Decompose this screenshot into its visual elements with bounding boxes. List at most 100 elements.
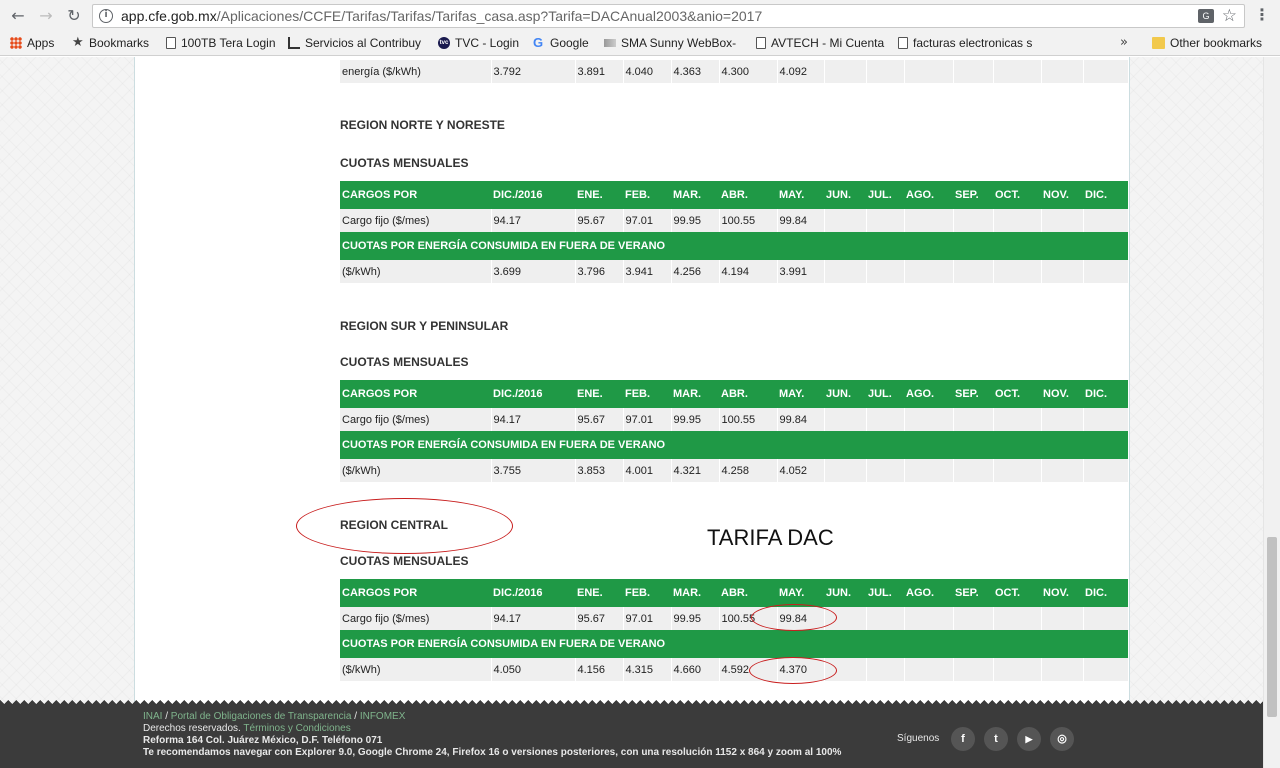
table-cell: 4.363 bbox=[671, 60, 720, 83]
url-text[interactable]: app.cfe.gob.mx/Aplicaciones/CCFE/Tarifas… bbox=[121, 8, 762, 24]
table-cell: 3.941 bbox=[623, 260, 672, 283]
portal-link[interactable]: Portal de Obligaciones de Transparencia bbox=[171, 711, 352, 722]
table-cell: 4.194 bbox=[719, 260, 778, 283]
rate-table-norte: CARGOS POR DIC./2016 ENE. FEB. MAR. ABR. MAY. J… bbox=[340, 181, 1129, 283]
address-bar[interactable]: i app.cfe.gob.mx/Aplicaciones/CCFE/Tarif… bbox=[92, 4, 1245, 28]
facebook-icon[interactable]: f bbox=[951, 727, 975, 751]
table-header-row: CARGOS POR DIC./2016 ENE. FEB. MAR. ABR. MAY. J… bbox=[340, 579, 1128, 607]
table-subheader-row: CUOTAS POR ENERGÍA CONSUMIDA EN FUERA DE… bbox=[340, 630, 1128, 658]
footer-edge bbox=[0, 700, 1263, 706]
table-cell: 95.67 bbox=[575, 607, 624, 630]
table-cell bbox=[904, 658, 954, 681]
bookmark-apps[interactable]: Apps bbox=[10, 36, 54, 50]
column-header: MAR. bbox=[671, 181, 719, 209]
table-cell: 3.755 bbox=[491, 459, 576, 482]
column-header: AGO. bbox=[904, 181, 953, 209]
bookmark-100tb[interactable]: 100TB Tera Login bbox=[166, 36, 276, 50]
table-cell: 97.01 bbox=[623, 408, 672, 431]
column-header: SEP. bbox=[953, 579, 993, 607]
table-subheader-row: CUOTAS POR ENERGÍA CONSUMIDA EN FUERA DE… bbox=[340, 232, 1128, 260]
table-header-row: CARGOS POR DIC./2016 ENE. FEB. MAR. ABR. MAY. J… bbox=[340, 181, 1128, 209]
table-cell: 4.256 bbox=[671, 260, 720, 283]
bookmarks-overflow-button[interactable]: » bbox=[1120, 35, 1128, 50]
table-cell: 3.796 bbox=[575, 260, 624, 283]
back-icon[interactable]: ← bbox=[8, 6, 28, 26]
column-header: ABR. bbox=[719, 181, 777, 209]
terms-link[interactable]: Términos y Condiciones bbox=[243, 723, 350, 734]
scrollbar-thumb[interactable] bbox=[1267, 537, 1277, 717]
table-cell bbox=[866, 459, 905, 482]
table-cell: 100.55 bbox=[719, 408, 778, 431]
column-header: JUN. bbox=[824, 579, 866, 607]
reload-icon[interactable]: ↻ bbox=[64, 6, 84, 26]
table-cell bbox=[993, 607, 1042, 630]
column-header: ENE. bbox=[575, 181, 623, 209]
bookmark-bookmarks[interactable]: ★ Bookmarks bbox=[72, 36, 149, 50]
browser-menu-icon[interactable]: ⋮ bbox=[1254, 5, 1270, 24]
inai-link[interactable]: INAI bbox=[143, 711, 162, 722]
table-cell: 4.001 bbox=[623, 459, 672, 482]
region-title-norte: REGION NORTE Y NORESTE bbox=[340, 118, 505, 132]
table-row: Cargo fijo ($/mes) 94.17 95.67 97.01 99.95 10… bbox=[340, 209, 1129, 232]
column-header: NOV. bbox=[1041, 579, 1083, 607]
table-cell bbox=[953, 459, 994, 482]
column-header: ABR. bbox=[719, 380, 777, 408]
tvc-icon: tvc bbox=[438, 37, 450, 49]
column-header: MAY. bbox=[777, 380, 824, 408]
table-cell: 99.95 bbox=[671, 607, 720, 630]
row-label: Cargo fijo ($/mes) bbox=[340, 408, 492, 431]
table-cell bbox=[824, 408, 867, 431]
sma-icon bbox=[604, 39, 616, 47]
twitter-icon[interactable]: t bbox=[984, 727, 1008, 751]
table-cell bbox=[953, 60, 994, 83]
column-header: ABR. bbox=[719, 579, 777, 607]
column-header: DIC. bbox=[1083, 181, 1128, 209]
row-label: ($/kWh) bbox=[340, 260, 492, 283]
column-header: NOV. bbox=[1041, 181, 1083, 209]
rate-table-sur: CARGOS POR DIC./2016 ENE. FEB. MAR. ABR. MAY. J… bbox=[340, 380, 1129, 482]
table-cell: 97.01 bbox=[623, 209, 672, 232]
instagram-icon[interactable]: ◎ bbox=[1050, 727, 1074, 751]
page-icon bbox=[898, 37, 908, 49]
bookmark-google[interactable]: G Google bbox=[533, 36, 589, 50]
table-cell bbox=[824, 260, 867, 283]
column-header: MAR. bbox=[671, 579, 719, 607]
annotation-ellipse-region bbox=[296, 498, 513, 554]
table-cell bbox=[1083, 658, 1129, 681]
table-cell bbox=[866, 408, 905, 431]
table-cell bbox=[866, 60, 905, 83]
rate-table-top: energía ($/kWh) 3.792 3.891 4.040 4.363 … bbox=[340, 60, 1129, 83]
table-cell bbox=[953, 408, 994, 431]
table-cell: 94.17 bbox=[491, 408, 576, 431]
table-cell bbox=[1083, 260, 1129, 283]
table-cell: 4.052 bbox=[777, 459, 825, 482]
page-icon bbox=[756, 37, 766, 49]
table-cell bbox=[1041, 209, 1084, 232]
table-cell: 95.67 bbox=[575, 408, 624, 431]
region-subtitle-norte: CUOTAS MENSUALES bbox=[340, 156, 469, 170]
bookmark-sma[interactable]: SMA Sunny WebBox- bbox=[604, 36, 736, 50]
table-cell: 4.156 bbox=[575, 658, 624, 681]
page-scrollbar[interactable] bbox=[1263, 57, 1280, 768]
bookmark-facturas[interactable]: facturas electronicas s bbox=[898, 36, 1032, 50]
forward-icon[interactable]: → bbox=[36, 6, 56, 26]
bookmark-servicios[interactable]: Servicios al Contribuy bbox=[288, 36, 421, 50]
table-cell bbox=[866, 607, 905, 630]
translate-icon[interactable]: G bbox=[1198, 9, 1214, 23]
annotation-ellipse-fixed bbox=[751, 604, 837, 631]
table-cell: 3.699 bbox=[491, 260, 576, 283]
column-header: ENE. bbox=[575, 380, 623, 408]
folder-icon bbox=[1152, 37, 1165, 49]
youtube-icon[interactable]: ▶ bbox=[1017, 727, 1041, 751]
table-cell: 4.315 bbox=[623, 658, 672, 681]
column-header: SEP. bbox=[953, 380, 993, 408]
infomex-link[interactable]: INFOMEX bbox=[360, 711, 406, 722]
bookmark-tvc[interactable]: tvc TVC - Login bbox=[438, 36, 519, 50]
table-cell bbox=[1041, 607, 1084, 630]
bookmark-avtech[interactable]: AVTECH - Mi Cuenta bbox=[756, 36, 884, 50]
bookmark-star-icon[interactable]: ☆ bbox=[1222, 6, 1237, 26]
table-cell bbox=[953, 607, 994, 630]
other-bookmarks[interactable]: Other bookmarks bbox=[1152, 36, 1262, 50]
table-cell bbox=[993, 260, 1042, 283]
info-icon[interactable]: i bbox=[99, 9, 113, 23]
